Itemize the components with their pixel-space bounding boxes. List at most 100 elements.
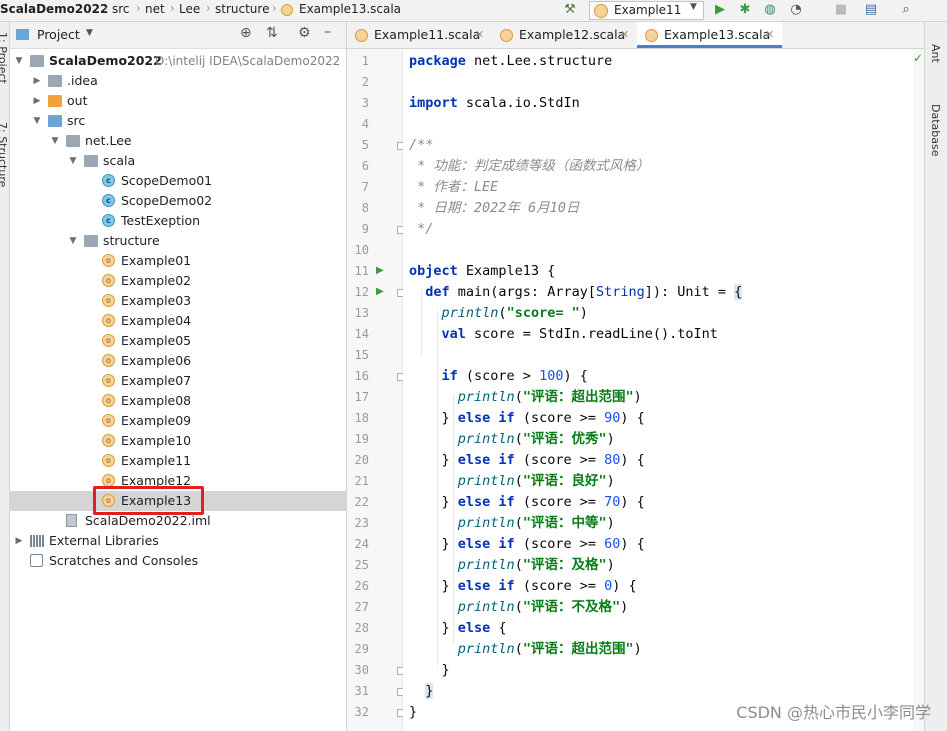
package-icon	[84, 155, 98, 167]
run-configuration-select[interactable]: Example11 ▼	[589, 1, 704, 20]
tree-item-example05[interactable]: o Example05	[10, 331, 346, 351]
search-everywhere-icon[interactable]: ⌕	[898, 2, 914, 18]
code-token: (	[514, 641, 523, 657]
package-icon	[66, 135, 80, 147]
object-icon	[281, 4, 293, 16]
chevron-down-icon[interactable]: ▼	[14, 51, 24, 71]
tree-item-example10[interactable]: o Example10	[10, 431, 346, 451]
tree-item-example07[interactable]: o Example07	[10, 371, 346, 391]
tree-item-example02[interactable]: o Example02	[10, 271, 346, 291]
tree-item-scala[interactable]: ▼ scala	[10, 151, 346, 171]
tree-item-example04[interactable]: o Example04	[10, 311, 346, 331]
tree-item-label: ScopeDemo01	[121, 173, 213, 188]
tree-item-scalademo2022[interactable]: ▼ ScalaDemo2022 D:\intelij IDEA\ScalaDemo2…	[10, 51, 346, 71]
tree-item-structure[interactable]: ▼ structure	[10, 231, 346, 251]
tree-item-scalademo2022-iml[interactable]: ScalaDemo2022.iml	[10, 511, 346, 531]
coverage-icon[interactable]: ◍	[762, 2, 778, 18]
structure-tool-button[interactable]: 7: Structure	[0, 122, 9, 187]
tree-item-scratches-and-consoles[interactable]: Scratches and Consoles	[10, 551, 346, 571]
collapse-all-icon[interactable]: ⇅	[266, 25, 278, 41]
code-token: 60	[604, 536, 621, 552]
close-icon[interactable]: ✕	[475, 22, 484, 48]
code-token: println	[457, 515, 515, 531]
tree-item-label: Example04	[121, 313, 192, 328]
editor-scrollbar[interactable]: ✓	[913, 49, 924, 731]
tree-item-external-libraries[interactable]: ▶ External Libraries	[10, 531, 346, 551]
tab-example13-scala[interactable]: Example13.scala ✕	[637, 22, 782, 48]
package-icon	[84, 235, 98, 247]
ant-tool-button[interactable]: Ant	[929, 44, 942, 63]
project-structure-icon[interactable]: ▤	[863, 2, 879, 18]
hammer-icon[interactable]: ⚒	[562, 2, 578, 18]
editor-tab-bar: Example11.scala ✕ Example12.scala ✕ Example1…	[347, 22, 924, 49]
tree-item--idea[interactable]: ▶ .idea	[10, 71, 346, 91]
tree-item-src[interactable]: ▼ src	[10, 111, 346, 131]
tree-item-out[interactable]: ▶ out	[10, 91, 346, 111]
code-line: } else if (score >= 60) {	[409, 534, 645, 555]
code-token: (	[514, 389, 523, 405]
project-tool-button[interactable]: 1: Project	[0, 32, 9, 84]
line-number: 9	[361, 222, 369, 236]
debug-icon[interactable]: ✱	[737, 2, 753, 18]
scala-object-icon: o	[102, 374, 115, 387]
stop-icon[interactable]: ■	[833, 2, 849, 18]
chevron-down-icon[interactable]: ▼	[32, 111, 42, 131]
close-icon[interactable]: ✕	[765, 22, 774, 48]
file-icon	[66, 514, 77, 527]
breadcrumb-item[interactable]: Example13.scala	[299, 2, 401, 16]
breadcrumb-item[interactable]: Lee	[179, 2, 200, 16]
minimize-icon[interactable]: –	[324, 24, 331, 40]
scala-object-icon: o	[102, 454, 115, 467]
tree-item-example01[interactable]: o Example01	[10, 251, 346, 271]
chevron-right-icon[interactable]: ▶	[32, 71, 42, 91]
chevron-down-icon[interactable]: ▼	[68, 151, 78, 171]
chevron-down-icon[interactable]: ▼	[86, 28, 93, 38]
profile-icon[interactable]: ◔	[788, 2, 804, 18]
locate-icon[interactable]: ⊕	[240, 25, 252, 41]
tab-example11-scala[interactable]: Example11.scala ✕	[347, 22, 492, 48]
code-token: main(args: Array[	[449, 284, 596, 300]
code-token: }	[409, 662, 450, 678]
breadcrumb-item[interactable]: src	[112, 2, 130, 16]
scala-object-icon: o	[102, 414, 115, 427]
breadcrumb-item[interactable]: net	[145, 2, 165, 16]
scala-object-icon: o	[102, 274, 115, 287]
database-tool-button[interactable]: Database	[929, 104, 942, 157]
scala-object-icon: o	[102, 294, 115, 307]
run-gutter-icon[interactable]: ▶	[376, 265, 384, 276]
tree-item-example03[interactable]: o Example03	[10, 291, 346, 311]
code-token: }	[409, 704, 418, 720]
project-view-title[interactable]: Project	[37, 27, 80, 42]
tree-item-example06[interactable]: o Example06	[10, 351, 346, 371]
run-icon[interactable]: ▶	[712, 2, 728, 18]
breadcrumb-item[interactable]: structure	[215, 2, 269, 16]
tree-item-example09[interactable]: o Example09	[10, 411, 346, 431]
close-icon[interactable]: ✕	[620, 22, 629, 48]
chevron-right-icon[interactable]: ▶	[14, 531, 24, 551]
code-token: 90	[604, 410, 621, 426]
scala-object-icon: o	[102, 334, 115, 347]
tree-item-testexeption[interactable]: c TestExeption	[10, 211, 346, 231]
tab-label: Example11.scala	[374, 27, 481, 42]
chevron-down-icon[interactable]: ▼	[68, 231, 78, 251]
code-token: if	[441, 368, 458, 384]
chevron-right-icon[interactable]: ▶	[32, 91, 42, 111]
code-editor[interactable]: package net.Lee.structure import scala.io…	[403, 49, 913, 731]
line-number: 29	[354, 642, 369, 656]
run-gutter-icon[interactable]: ▶	[376, 286, 384, 297]
code-token: "score= "	[506, 305, 580, 321]
tree-item-label: TestExeption	[121, 213, 201, 228]
tab-example12-scala[interactable]: Example12.scala ✕	[492, 22, 637, 48]
tree-item-net-lee[interactable]: ▼ net.Lee	[10, 131, 346, 151]
tree-item-scopedemo01[interactable]: c ScopeDemo01	[10, 171, 346, 191]
tree-item-example08[interactable]: o Example08	[10, 391, 346, 411]
scala-object-icon: o	[102, 434, 115, 447]
chevron-down-icon[interactable]: ▼	[50, 131, 60, 151]
breadcrumb-item[interactable]: ScalaDemo2022	[0, 2, 108, 16]
scratch-icon	[30, 554, 43, 567]
gear-icon[interactable]: ⚙	[298, 25, 311, 41]
tree-item-example11[interactable]: o Example11	[10, 451, 346, 471]
tree-item-scopedemo02[interactable]: c ScopeDemo02	[10, 191, 346, 211]
